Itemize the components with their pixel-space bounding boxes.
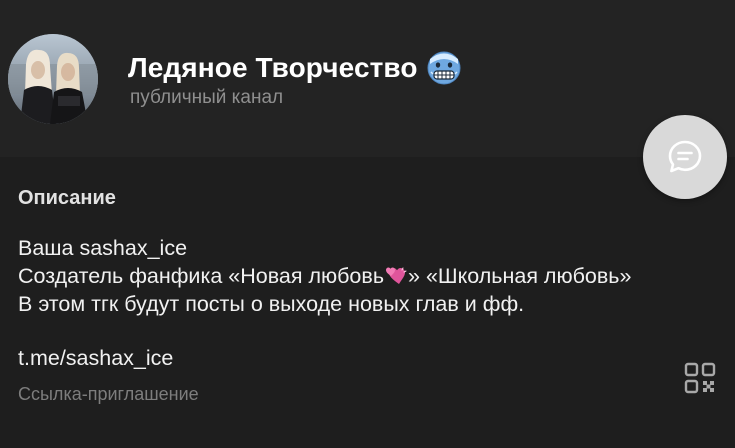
description-line: Ваша sashax_ice bbox=[18, 236, 188, 260]
two-hearts-emoji-icon bbox=[384, 264, 408, 286]
description-label: Описание bbox=[18, 187, 116, 209]
channel-title: Ледяное Творчество bbox=[128, 52, 418, 83]
qr-code-icon bbox=[684, 362, 716, 394]
channel-info-screen: Ледяное Творчество публичный канал Описа… bbox=[0, 0, 735, 448]
description-text: » «Школьная любовь» bbox=[408, 264, 632, 288]
description-line: Создатель фанфика «Новая любовь » «Школь… bbox=[18, 262, 631, 290]
description-text: Создатель фанфика «Новая любовь bbox=[18, 264, 385, 288]
cold-face-emoji-icon bbox=[426, 50, 462, 86]
invite-link-caption: Ссылка-приглашение bbox=[18, 384, 199, 404]
channel-header: Ледяное Творчество публичный канал bbox=[0, 0, 735, 157]
invite-link[interactable]: t.me/sashax_ice bbox=[18, 346, 173, 371]
channel-type-label: публичный канал bbox=[130, 87, 284, 108]
chat-bubble-icon bbox=[668, 140, 702, 173]
qr-code-button[interactable] bbox=[684, 362, 716, 394]
avatar-photo bbox=[8, 34, 98, 124]
channel-title-row: Ледяное Творчество bbox=[128, 50, 462, 86]
message-button[interactable] bbox=[643, 115, 727, 199]
channel-description: Ваша sashax_ice Создатель фанфика «Новая… bbox=[18, 234, 631, 318]
description-line: В этом тгк будут посты о выходе новых гл… bbox=[18, 292, 525, 316]
channel-avatar[interactable] bbox=[8, 34, 98, 124]
